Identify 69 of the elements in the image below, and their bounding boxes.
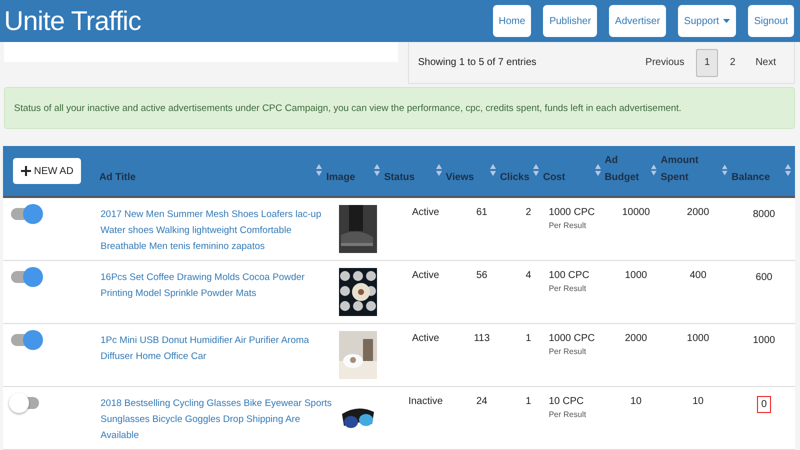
sort-icon[interactable] bbox=[722, 164, 728, 176]
amount-spent: 1000 bbox=[686, 333, 710, 344]
balance-value: 0 bbox=[757, 396, 771, 413]
cost-value: 100 CPC bbox=[548, 270, 590, 281]
status-text: Inactive bbox=[408, 396, 443, 407]
sort-icon[interactable] bbox=[436, 164, 442, 176]
column-header[interactable]: Balance bbox=[732, 169, 770, 186]
sort-icon[interactable] bbox=[651, 164, 657, 176]
cost-note: Per Result bbox=[548, 284, 586, 293]
nav-button[interactable]: Advertiser bbox=[609, 5, 666, 37]
entries-info: Showing 1 to 5 of 7 entries bbox=[418, 57, 536, 68]
ad-title-link[interactable]: 16Pcs Set Coffee Drawing Molds Cocoa Powder Printing Model Sprinkle Powder Mats bbox=[100, 270, 334, 302]
sort-icon[interactable] bbox=[594, 164, 601, 176]
clicks-count: 1 bbox=[526, 333, 532, 344]
cost-note: Per Result bbox=[548, 221, 586, 230]
views-count: 113 bbox=[474, 333, 490, 344]
sort-icon[interactable] bbox=[785, 164, 791, 176]
sort-icon[interactable] bbox=[490, 164, 496, 176]
brand-title[interactable]: Unite Traffic bbox=[4, 6, 142, 36]
balance-value: 1000 bbox=[752, 334, 776, 348]
nav-button[interactable]: Publisher bbox=[543, 5, 598, 37]
amount-spent: 400 bbox=[690, 270, 706, 281]
cost-note: Per Result bbox=[548, 410, 586, 419]
budget-value: 1000 bbox=[624, 270, 648, 281]
clicks-count: 1 bbox=[526, 396, 532, 407]
column-header[interactable]: Cost bbox=[542, 169, 566, 186]
nav-button[interactable]: Signout bbox=[748, 5, 794, 37]
status-text: Active bbox=[412, 270, 440, 281]
clicks-count: 2 bbox=[526, 207, 532, 218]
views-count: 61 bbox=[476, 207, 488, 218]
balance-value: 8000 bbox=[752, 208, 776, 222]
column-header[interactable]: Image bbox=[326, 169, 356, 186]
status-text: Active bbox=[412, 333, 440, 344]
sort-icon[interactable] bbox=[374, 164, 380, 176]
balance-value: 600 bbox=[754, 271, 774, 285]
nav-button[interactable]: Home bbox=[492, 5, 532, 37]
sort-icon[interactable] bbox=[316, 164, 322, 176]
column-header[interactable]: Ad Title bbox=[99, 169, 136, 186]
cost-value: 10 CPC bbox=[548, 396, 584, 407]
column-header[interactable]: Amount Spent bbox=[660, 152, 722, 186]
ad-title-link[interactable]: 2017 New Men Summer Mesh Shoes Loafers lac-up Water shoes Walking lightweight Comfortable Breathable Men tenis feminino zapatos bbox=[100, 207, 334, 255]
plus-icon bbox=[21, 166, 31, 176]
cost-value: 1000 CPC bbox=[548, 207, 595, 218]
status-text: Active bbox=[412, 207, 440, 218]
new-ad-button[interactable]: NEW AD bbox=[13, 158, 82, 184]
pagination-button[interactable]: Previous bbox=[637, 48, 692, 76]
pagination-button[interactable]: 2 bbox=[722, 48, 744, 76]
caret-icon bbox=[723, 19, 730, 23]
pagination-button[interactable]: Next bbox=[747, 48, 784, 76]
cost-value: 1000 CPC bbox=[548, 333, 595, 344]
ad-title-link[interactable]: 1Pc Mini USB Donut Humidifier Air Purifier Aroma Diffuser Home Office Car bbox=[100, 333, 334, 365]
ad-title-link[interactable]: 2018 Bestselling Cycling Glasses Bike Eyewear Sports Sunglasses Bicycle Goggles Drop Shipping Are Available bbox=[100, 396, 334, 444]
cost-note: Per Result bbox=[548, 347, 586, 356]
views-count: 56 bbox=[476, 270, 488, 281]
amount-spent: 2000 bbox=[686, 207, 710, 218]
column-header[interactable]: Clicks bbox=[500, 169, 530, 186]
budget-value: 2000 bbox=[624, 333, 648, 344]
sort-icon[interactable] bbox=[532, 164, 539, 176]
budget-value: 10 bbox=[630, 396, 642, 407]
nav-button[interactable]: Support bbox=[678, 5, 736, 37]
clicks-count: 4 bbox=[526, 270, 532, 281]
info-alert: Status of all your inactive and active advertisements under CPC Campaign, you can view the performance, cpc, credits spent, funds left in each advertisement. bbox=[4, 87, 795, 129]
budget-value: 10000 bbox=[622, 207, 650, 218]
column-header[interactable]: Status bbox=[384, 169, 415, 186]
pagination-button[interactable]: 1 bbox=[696, 48, 718, 76]
amount-spent: 10 bbox=[692, 396, 704, 407]
column-header[interactable]: Views bbox=[446, 169, 474, 186]
column-header[interactable]: Ad Budget bbox=[604, 152, 652, 186]
views-count: 24 bbox=[476, 396, 488, 407]
